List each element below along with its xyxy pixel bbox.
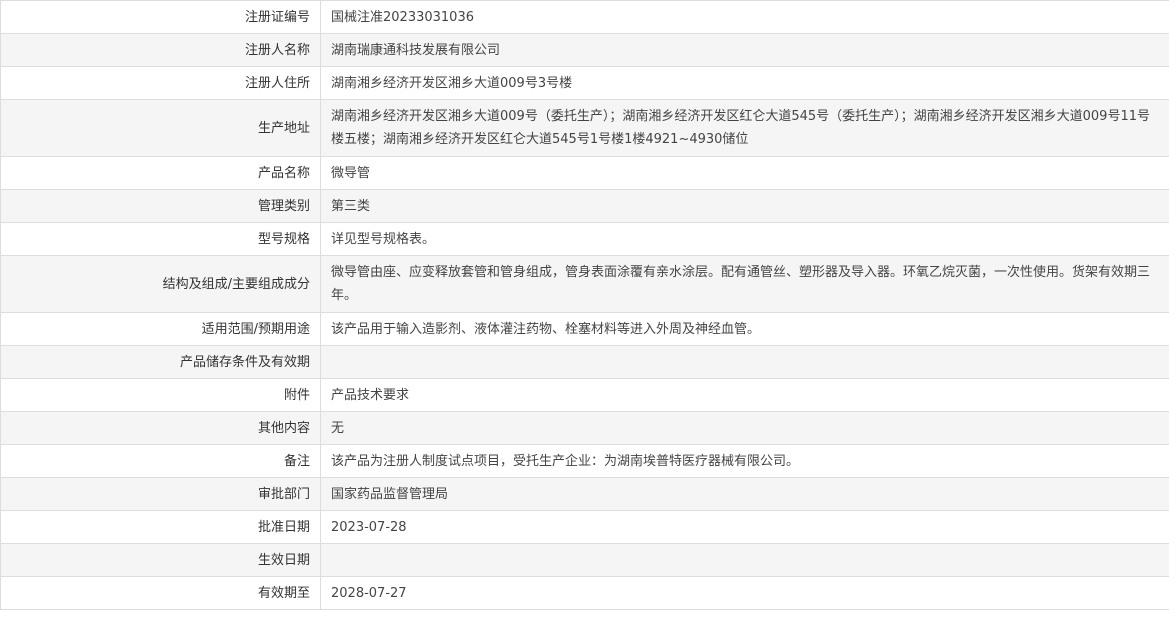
table-row: 备注 该产品为注册人制度试点项目，受托生产企业：为湖南埃普特医疗器械有限公司。 (0, 444, 1169, 478)
field-label: 适用范围/预期用途 (0, 312, 321, 346)
field-value: 湖南瑞康通科技发展有限公司 (320, 33, 1169, 67)
field-value (320, 345, 1169, 379)
table-row: 审批部门 国家药品监督管理局 (0, 477, 1169, 511)
field-label: 型号规格 (0, 222, 321, 256)
field-label: 备注 (0, 444, 321, 478)
table-row: 生产地址 湖南湘乡经济开发区湘乡大道009号（委托生产）；湖南湘乡经济开发区红仑… (0, 99, 1169, 157)
table-row: 管理类别 第三类 (0, 189, 1169, 223)
table-row: 批准日期 2023-07-28 (0, 510, 1169, 544)
table-row: 型号规格 详见型号规格表。 (0, 222, 1169, 256)
table-row: 其他内容 无 (0, 411, 1169, 445)
table-row: 适用范围/预期用途 该产品用于输入造影剂、液体灌注药物、栓塞材料等进入外周及神经… (0, 312, 1169, 346)
field-label: 注册证编号 (0, 0, 321, 34)
field-label: 附件 (0, 378, 321, 412)
field-label: 产品名称 (0, 156, 321, 190)
field-value: 2028-07-27 (320, 576, 1169, 610)
table-row: 注册人住所 湖南湘乡经济开发区湘乡大道009号3号楼 (0, 66, 1169, 100)
field-label: 产品储存条件及有效期 (0, 345, 321, 379)
field-label: 注册人住所 (0, 66, 321, 100)
field-label: 生效日期 (0, 543, 321, 577)
field-label: 有效期至 (0, 576, 321, 610)
table-row: 有效期至 2028-07-27 (0, 576, 1169, 610)
field-label: 批准日期 (0, 510, 321, 544)
table-row: 产品储存条件及有效期 (0, 345, 1169, 379)
table-row: 产品名称 微导管 (0, 156, 1169, 190)
field-value: 该产品为注册人制度试点项目，受托生产企业：为湖南埃普特医疗器械有限公司。 (320, 444, 1169, 478)
field-value: 无 (320, 411, 1169, 445)
field-label: 其他内容 (0, 411, 321, 445)
field-value: 第三类 (320, 189, 1169, 223)
field-value: 湖南湘乡经济开发区湘乡大道009号3号楼 (320, 66, 1169, 100)
table-row: 注册证编号 国械注准20233031036 (0, 0, 1169, 34)
field-value: 国家药品监督管理局 (320, 477, 1169, 511)
field-label: 管理类别 (0, 189, 321, 223)
field-label: 注册人名称 (0, 33, 321, 67)
field-label: 结构及组成/主要组成成分 (0, 255, 321, 313)
field-value: 国械注准20233031036 (320, 0, 1169, 34)
field-label: 生产地址 (0, 99, 321, 157)
table-row: 注册人名称 湖南瑞康通科技发展有限公司 (0, 33, 1169, 67)
field-value: 详见型号规格表。 (320, 222, 1169, 256)
table-row: 结构及组成/主要组成成分 微导管由座、应变释放套管和管身组成，管身表面涂覆有亲水… (0, 255, 1169, 313)
field-value: 湖南湘乡经济开发区湘乡大道009号（委托生产）；湖南湘乡经济开发区红仑大道545… (320, 99, 1169, 157)
field-label: 审批部门 (0, 477, 321, 511)
table-row: 附件 产品技术要求 (0, 378, 1169, 412)
field-value: 该产品用于输入造影剂、液体灌注药物、栓塞材料等进入外周及神经血管。 (320, 312, 1169, 346)
registration-detail-table: 注册证编号 国械注准20233031036 注册人名称 湖南瑞康通科技发展有限公… (0, 0, 1169, 610)
field-value: 产品技术要求 (320, 378, 1169, 412)
field-value: 微导管由座、应变释放套管和管身组成，管身表面涂覆有亲水涂层。配有通管丝、塑形器及… (320, 255, 1169, 313)
field-value: 微导管 (320, 156, 1169, 190)
table-row: 生效日期 (0, 543, 1169, 577)
field-value (320, 543, 1169, 577)
field-value: 2023-07-28 (320, 510, 1169, 544)
